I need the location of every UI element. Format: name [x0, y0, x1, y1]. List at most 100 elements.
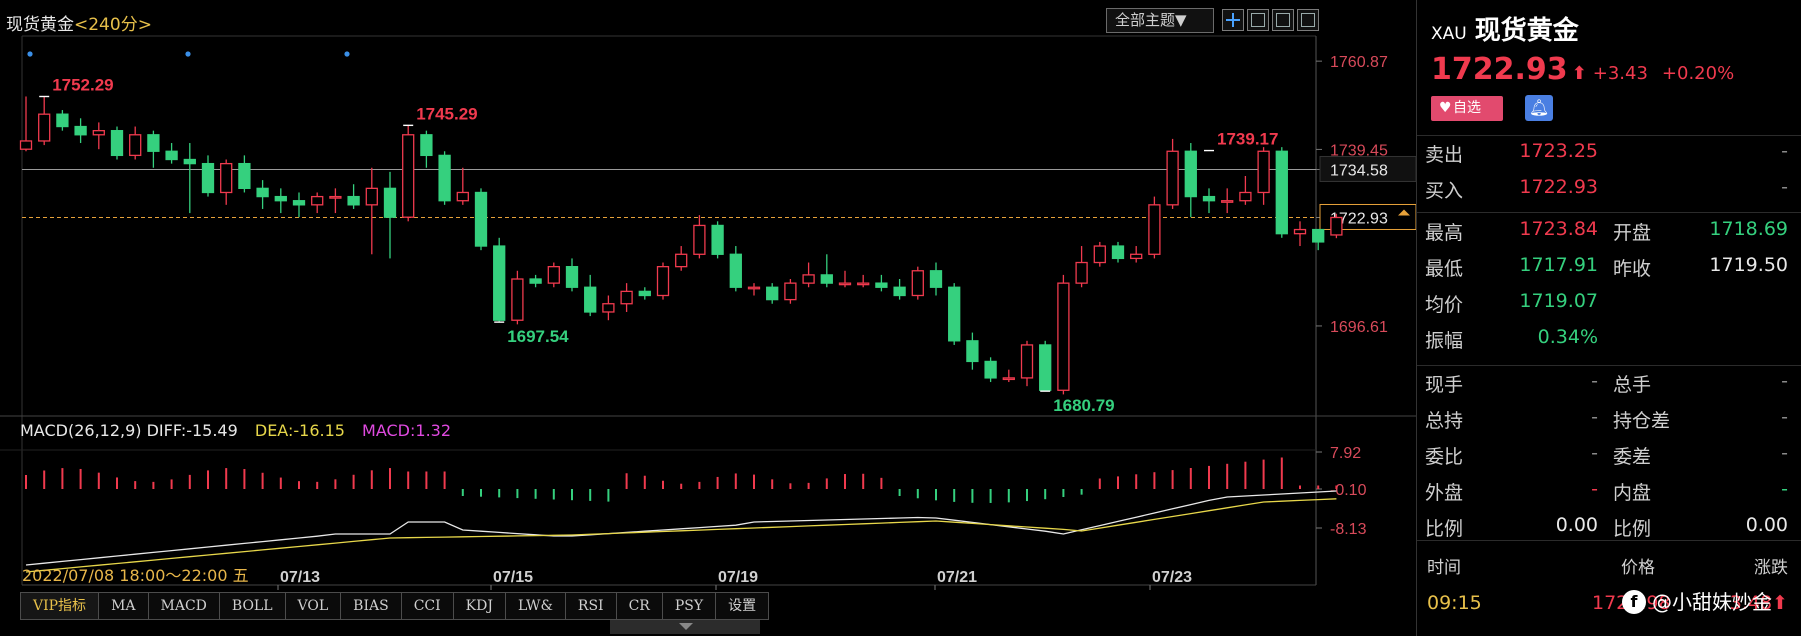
quote-k1: 比例 [1425, 518, 1464, 540]
quote-v2: - [1781, 406, 1788, 428]
annotation-label: 1697.54 [507, 327, 569, 346]
candle-body [38, 113, 51, 142]
quote-panel: XAU 现货黄金 1722.93 ⬆ +3.43 +0.20% ♥自选 🔔︎ 卖出 172… [1416, 0, 1801, 636]
quote-v1: 1723.25 [1519, 140, 1598, 162]
tab-7[interactable]: KDJ [453, 592, 506, 620]
tab-1[interactable]: MA [99, 592, 149, 620]
tab-0[interactable]: VIP指标 [20, 592, 100, 620]
macd-legend: MACD(26,12,9) DIFF:-15.49 DEA:-16.15 MAC… [20, 421, 451, 440]
quote-k1: 振幅 [1425, 330, 1464, 352]
quote-k2: 比例 [1613, 518, 1652, 540]
candle-body [1130, 253, 1143, 260]
ticks-price-header: 价格 [1621, 558, 1655, 578]
candle-body [402, 134, 415, 218]
candle-body [1166, 150, 1179, 206]
quote-k2: 开盘 [1613, 222, 1652, 244]
crosshair-icon[interactable] [1222, 9, 1244, 31]
bell-icon[interactable]: 🔔︎ [1525, 95, 1553, 121]
up-arrow-icon: ⬆ [1571, 63, 1587, 84]
tab-10[interactable]: CR [616, 592, 663, 620]
candle-body [1330, 216, 1343, 236]
quote-k1: 买入 [1425, 180, 1464, 202]
tab-2[interactable]: MACD [148, 592, 220, 620]
quote-v2: 1718.69 [1709, 218, 1788, 240]
candle-body [984, 360, 997, 379]
divider [1417, 365, 1801, 366]
quote-v1: 1723.84 [1519, 218, 1598, 240]
candle-body [1111, 245, 1125, 260]
chart-area[interactable]: 1760.87 1739.45 1734.58 1722.93 1696.61 1752.… [0, 0, 1416, 636]
tab-11[interactable]: PSY [662, 592, 717, 620]
quote-v1: 0.00 [1555, 514, 1598, 536]
candle-body [1020, 344, 1034, 379]
candle-body [74, 125, 87, 136]
candle-body [311, 195, 324, 206]
quote-k2: 持仓差 [1613, 410, 1671, 432]
quote-v2: 1719.50 [1709, 254, 1788, 276]
instrument-code: XAU [1431, 24, 1467, 44]
watermark: f @小甜妹炒金 [1610, 584, 1784, 620]
tab-5[interactable]: BIAS [341, 592, 402, 620]
candle-body [1075, 261, 1088, 284]
annotation-label: 1752.29 [52, 75, 113, 94]
period-selector[interactable]: <240分> [74, 15, 152, 35]
tabs-scroll-handle[interactable] [610, 620, 760, 634]
candle-body [1257, 150, 1270, 194]
candle-body [1148, 204, 1161, 255]
candle-body [1312, 228, 1325, 243]
chart-layout3-icon[interactable] [1297, 9, 1319, 31]
instrument-name: 现货黄金 [1474, 16, 1579, 46]
heart-icon: ♥ [1439, 100, 1452, 116]
tab-6[interactable]: CCI [401, 592, 454, 620]
candle-body [584, 286, 597, 313]
quote-v2: - [1781, 140, 1788, 162]
price-axis-label: 1734.58 [1330, 162, 1388, 179]
add-favorite-button[interactable]: ♥自选 [1431, 96, 1503, 121]
candle-body [838, 282, 852, 286]
quote-v2: - [1781, 176, 1788, 198]
chart-layout2-icon[interactable] [1272, 9, 1294, 31]
candle-body [511, 278, 524, 321]
ticks-change-header: 涨跌 [1754, 558, 1788, 578]
tick-time: 09:15 [1427, 592, 1482, 614]
price-row: 1722.93 ⬆ +3.43 +0.20% [1431, 52, 1734, 87]
quote-k1: 委比 [1425, 446, 1464, 468]
candle-body [711, 224, 724, 255]
quote-v1: - [1591, 478, 1598, 500]
quote-v1: 1719.07 [1519, 290, 1598, 312]
tab-9[interactable]: RSI [565, 592, 617, 620]
quote-v1: 1722.93 [1519, 176, 1598, 198]
quote-k2: 委差 [1613, 446, 1652, 468]
quote-v1: - [1591, 442, 1598, 464]
tab-8[interactable]: LW& [505, 592, 566, 620]
price-axis-label: 1760.87 [1330, 54, 1388, 71]
candle-body [966, 340, 979, 363]
candlestick-chart[interactable]: 1760.871739.451734.581722.931696.611752.… [0, 0, 1416, 636]
quote-row: 现手 - 总手 - [1417, 370, 1801, 406]
candle-body [729, 253, 742, 288]
quote-row: 买入 1722.93 - [1417, 176, 1801, 212]
candle-body [602, 303, 615, 313]
quote-row: 振幅 0.34% [1417, 326, 1801, 362]
quote-k1: 均价 [1425, 294, 1464, 316]
candle-body [110, 130, 124, 157]
candle-body [529, 278, 542, 284]
cursor-date-label: 2022/07/08 18:00～22:00 五 [22, 566, 249, 585]
instrument-title: 现货黄金 [6, 15, 74, 35]
tab-3[interactable]: BOLL [219, 592, 286, 620]
candle-body [784, 282, 797, 301]
date-axis-label: 07/23 [1152, 569, 1192, 586]
chart-layout-icon[interactable] [1247, 9, 1269, 31]
quote-k2: 内盘 [1613, 482, 1652, 504]
tab-4[interactable]: VOL [285, 592, 342, 620]
candle-body [693, 224, 706, 255]
theme-dropdown[interactable]: 全部主题▼ [1106, 8, 1214, 33]
candle-body [147, 134, 160, 152]
quote-row: 最低 1717.91 昨收 1719.50 [1417, 254, 1801, 290]
quote-k2: 总手 [1613, 374, 1652, 396]
candle-body [256, 187, 269, 198]
candle-body [92, 130, 105, 136]
quote-v2: - [1781, 478, 1788, 500]
tab-12[interactable]: 设置 [716, 592, 770, 620]
candle-body [1039, 344, 1052, 391]
